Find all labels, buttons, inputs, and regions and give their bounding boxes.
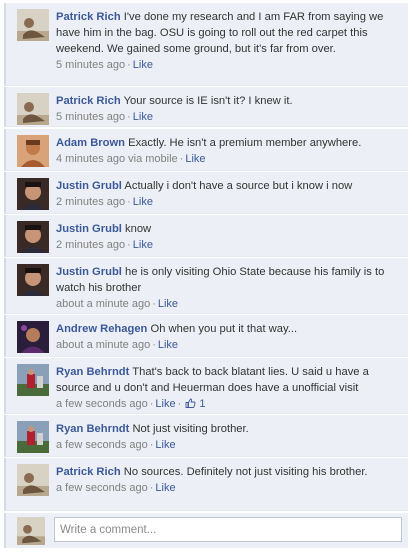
like-link[interactable]: Like <box>133 196 153 208</box>
separator-dot: · <box>127 239 131 251</box>
avatar[interactable] <box>17 364 49 396</box>
comment-timestamp[interactable]: 2 minutes ago <box>56 239 125 251</box>
comment-meta: a few seconds ago · Like <box>56 437 398 453</box>
like-link[interactable]: Like <box>155 482 175 494</box>
comment: Justin Grubl he is only visiting Ohio St… <box>4 258 408 314</box>
comment-text: Oh when you put it that way... <box>150 323 298 335</box>
comment-timestamp[interactable]: a few seconds ago <box>56 439 148 451</box>
profile-photo-icon <box>17 135 49 167</box>
profile-photo-icon <box>17 264 49 296</box>
comment-meta: 5 minutes ago · Like <box>56 109 398 125</box>
profile-photo-icon <box>17 364 49 396</box>
comment-composer <box>4 513 408 548</box>
comment-meta: about a minute ago · Like <box>56 337 398 353</box>
comment-timestamp[interactable]: about a minute ago <box>56 298 150 310</box>
comment: Andrew Rehagen Oh when you put it that w… <box>4 315 408 357</box>
comment: Justin Grubl Actually i don't have a sou… <box>4 172 408 214</box>
comment-thread: Patrick Rich I've done my research and I… <box>0 0 412 559</box>
like-link[interactable]: Like <box>155 398 175 410</box>
thumbs-up-icon <box>185 398 196 408</box>
comment: Ryan Behrndt That's back to back blatant… <box>4 358 408 414</box>
comment-author[interactable]: Andrew Rehagen <box>56 323 147 335</box>
likes-count: 1 <box>199 398 206 410</box>
profile-photo-icon <box>17 221 49 253</box>
profile-photo-icon <box>17 421 49 453</box>
separator-dot: · <box>127 196 131 208</box>
comment-timestamp[interactable]: 5 minutes ago <box>56 111 125 123</box>
avatar[interactable] <box>17 93 49 125</box>
comment-meta: 4 minutes ago via mobile · Like <box>56 151 398 167</box>
avatar[interactable] <box>17 221 49 253</box>
profile-photo-icon <box>17 517 45 545</box>
comment-text: Your source is IE isn't it? I knew it. <box>123 95 293 107</box>
avatar <box>17 517 45 545</box>
likes-count-link[interactable]: 1 <box>183 398 205 410</box>
like-link[interactable]: Like <box>158 298 178 310</box>
avatar[interactable] <box>17 135 49 167</box>
comment-author[interactable]: Justin Grubl <box>56 223 122 235</box>
comment: Patrick Rich Your source is IE isn't it?… <box>4 87 408 127</box>
profile-photo-icon <box>17 464 49 496</box>
like-link[interactable]: Like <box>133 59 153 71</box>
comment-author[interactable]: Ryan Behrndt <box>56 366 129 378</box>
comment-input[interactable] <box>54 517 402 542</box>
profile-photo-icon <box>17 321 49 353</box>
separator-dot: · <box>152 339 156 351</box>
comment-text: No sources. Definitely not just visiting… <box>123 466 368 478</box>
comment: Patrick Rich I've done my research and I… <box>4 3 408 86</box>
like-link[interactable]: Like <box>155 439 175 451</box>
comment-timestamp[interactable]: 2 minutes ago <box>56 196 125 208</box>
comment-author[interactable]: Adam Brown <box>56 137 125 149</box>
comment-meta: 2 minutes ago · Like <box>56 237 398 253</box>
separator-dot: · <box>152 298 156 310</box>
comment-timestamp[interactable]: a few seconds ago <box>56 482 148 494</box>
like-link[interactable]: Like <box>133 111 153 123</box>
like-link[interactable]: Like <box>185 153 205 165</box>
comment-timestamp[interactable]: 5 minutes ago <box>56 59 125 71</box>
avatar[interactable] <box>17 321 49 353</box>
comment-text: know <box>125 223 152 235</box>
comment-timestamp[interactable]: about a minute ago <box>56 339 150 351</box>
separator-dot: · <box>127 111 131 123</box>
comment-meta: a few seconds ago · Like · 1 <box>56 396 398 412</box>
avatar[interactable] <box>17 9 49 41</box>
comment-author[interactable]: Patrick Rich <box>56 95 121 107</box>
comment-text: Actually i don't have a source but i kno… <box>124 180 353 192</box>
comment-timestamp[interactable]: 4 minutes ago via mobile <box>56 153 178 165</box>
profile-photo-icon <box>17 178 49 210</box>
comment-author[interactable]: Ryan Behrndt <box>56 423 129 435</box>
comment-meta: 5 minutes ago · Like <box>56 57 398 73</box>
comment-meta: a few seconds ago · Like <box>56 480 398 496</box>
comment-text: Not just visiting brother. <box>132 423 249 435</box>
comment-text: Exactly. He isn't a premium member anywh… <box>128 137 362 149</box>
avatar[interactable] <box>17 264 49 296</box>
like-link[interactable]: Like <box>133 239 153 251</box>
profile-photo-icon <box>17 9 49 41</box>
like-link[interactable]: Like <box>158 339 178 351</box>
profile-photo-icon <box>17 93 49 125</box>
comment-timestamp[interactable]: a few seconds ago <box>56 398 148 410</box>
comment-author[interactable]: Justin Grubl <box>56 180 122 192</box>
avatar[interactable] <box>17 178 49 210</box>
avatar[interactable] <box>17 464 49 496</box>
comment-author[interactable]: Patrick Rich <box>56 466 121 478</box>
separator-dot: · <box>127 59 131 71</box>
comment-meta: about a minute ago · Like <box>56 296 398 312</box>
comment: Adam Brown Exactly. He isn't a premium m… <box>4 129 408 171</box>
avatar[interactable] <box>17 421 49 453</box>
comment-author[interactable]: Justin Grubl <box>56 266 122 278</box>
comment: Ryan Behrndt Not just visiting brother. … <box>4 415 408 457</box>
comment: Patrick Rich No sources. Definitely not … <box>4 458 408 511</box>
comment-author[interactable]: Patrick Rich <box>56 11 121 23</box>
comment: Justin Grubl know 2 minutes ago · Like <box>4 215 408 257</box>
comment-meta: 2 minutes ago · Like <box>56 194 398 210</box>
